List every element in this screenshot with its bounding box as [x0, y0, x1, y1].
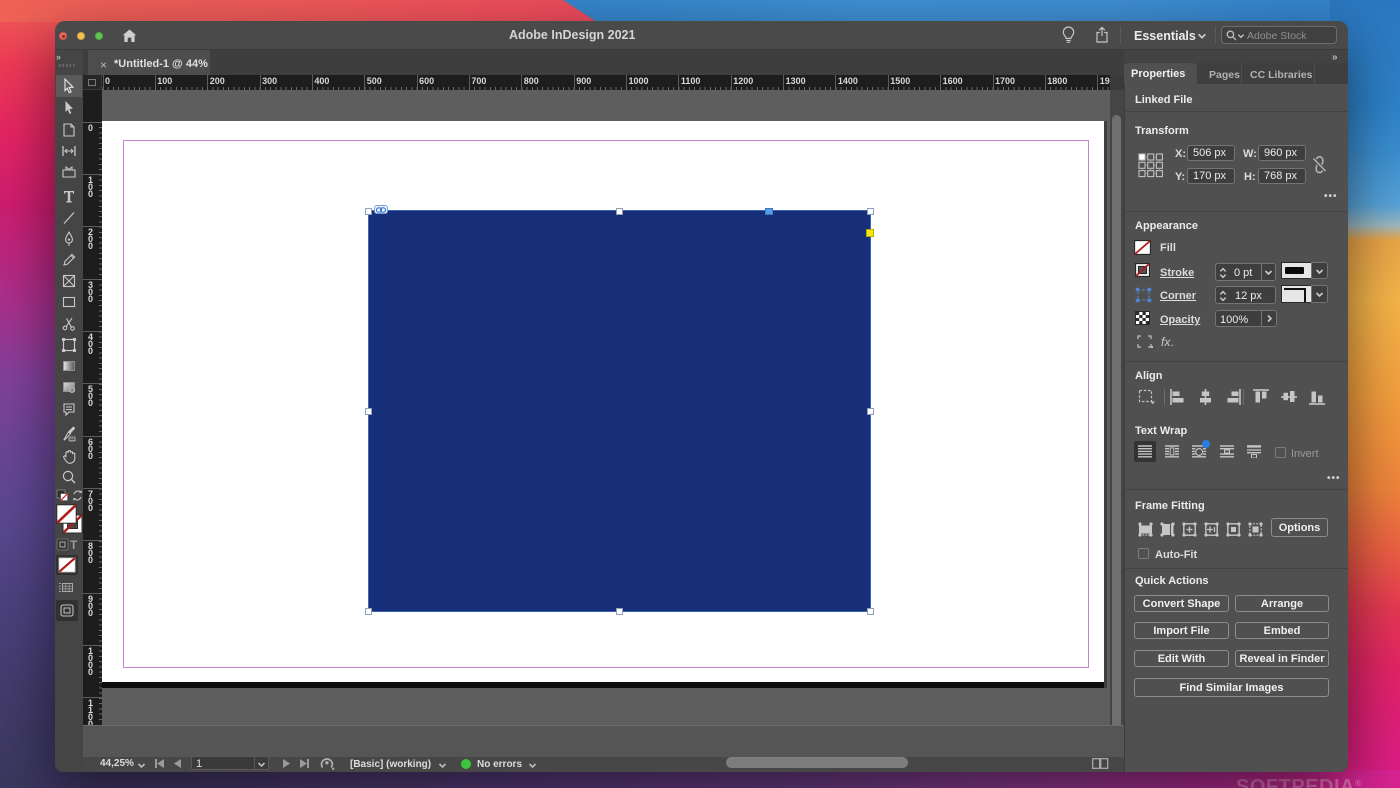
svg-text:CCL: CCL	[70, 437, 77, 441]
